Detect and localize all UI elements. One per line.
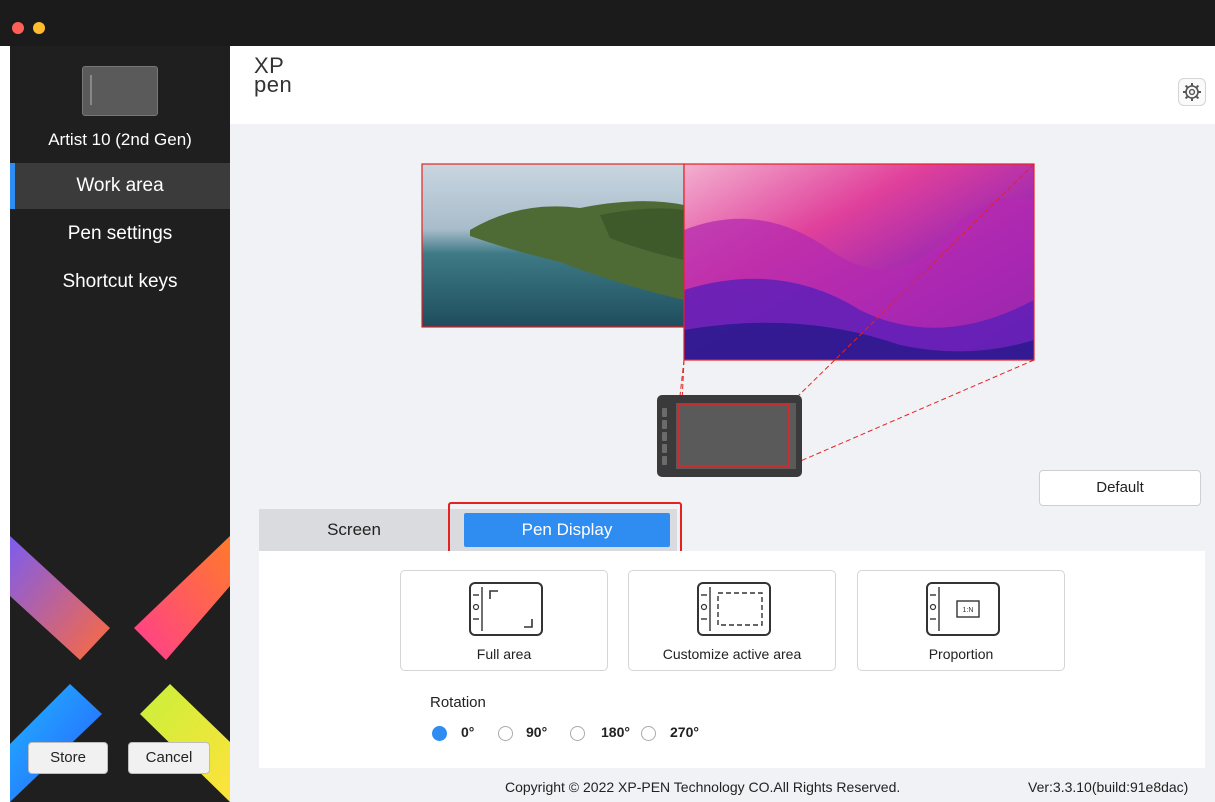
svg-text:1:N: 1:N: [963, 607, 974, 614]
full-area-icon: [469, 582, 543, 636]
rotation-label-270: 270°: [670, 724, 699, 740]
customize-area-label: Customize active area: [662, 646, 802, 662]
pen-display-device: [657, 395, 802, 477]
rotation-label-0: 0°: [461, 724, 475, 740]
monitor-2-preview[interactable]: [683, 163, 1035, 361]
proportion-icon: 1:N: [926, 582, 1000, 636]
rotation-radio-270[interactable]: [641, 726, 656, 741]
custom-area-icon: [697, 582, 771, 636]
tab-screen[interactable]: Screen: [259, 509, 449, 551]
rotation-label-90: 90°: [526, 724, 548, 740]
tab-pen-display[interactable]: Pen Display: [464, 513, 670, 547]
rotation-radio-0[interactable]: [432, 726, 447, 741]
rotation-radio-90[interactable]: [498, 726, 513, 741]
copyright-text: Copyright © 2022 XP-PEN Technology CO.Al…: [505, 779, 901, 795]
default-button[interactable]: Default: [1039, 470, 1201, 506]
rotation-title: Rotation: [430, 694, 486, 711]
rotation-radio-180[interactable]: [570, 726, 585, 741]
customize-area-option[interactable]: Customize active area: [628, 570, 836, 671]
rotation-label-180: 180°: [601, 724, 630, 740]
full-area-label: Full area: [476, 646, 532, 662]
full-area-option[interactable]: Full area: [400, 570, 608, 671]
proportion-label: Proportion: [928, 646, 994, 662]
version-text: Ver:3.3.10(build:91e8dac): [1028, 779, 1189, 795]
proportion-option[interactable]: 1:N Proportion: [857, 570, 1065, 671]
monitor-1-preview[interactable]: [421, 163, 685, 328]
